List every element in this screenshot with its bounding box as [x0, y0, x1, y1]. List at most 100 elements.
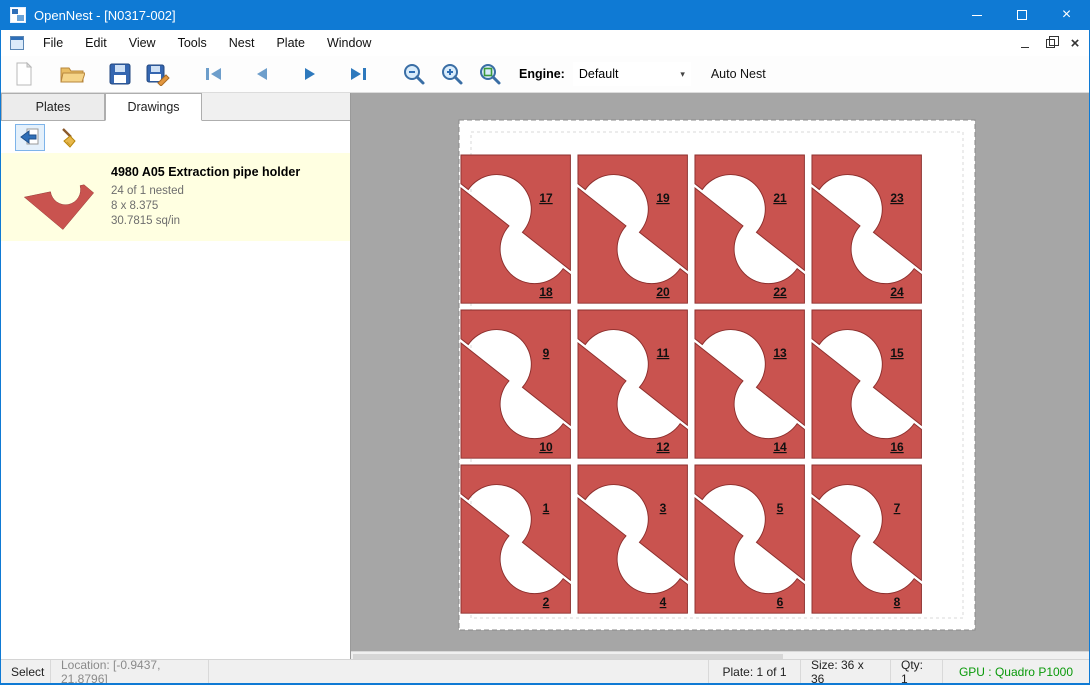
status-plate: Plate: 1 of 1 [709, 660, 801, 683]
auto-nest-button[interactable]: Auto Nest [711, 67, 766, 81]
menu-plate[interactable]: Plate [265, 32, 316, 54]
part-number[interactable]: 17 [539, 191, 553, 205]
mdi-close-button[interactable]: × [1064, 33, 1086, 53]
part-number[interactable]: 6 [777, 595, 784, 609]
part-number[interactable]: 4 [660, 595, 667, 609]
save-floppy-icon [109, 63, 131, 85]
engine-value: Default [579, 67, 680, 81]
part-number[interactable]: 22 [773, 285, 787, 299]
engine-select[interactable]: Default ▾ [573, 62, 691, 86]
nest-canvas[interactable]: 171819202122232491011121314151612345678 [351, 93, 1089, 646]
close-button[interactable]: × [1044, 0, 1089, 30]
drawing-thumbnail [11, 161, 103, 233]
canvas-column: 171819202122232491011121314151612345678 [351, 93, 1089, 661]
app-icon [10, 7, 26, 23]
mdi-restore-icon [1046, 39, 1055, 48]
first-plate-button[interactable] [199, 59, 229, 89]
toolbar: Engine: Default ▾ Auto Nest [1, 56, 1089, 93]
menu-view[interactable]: View [118, 32, 167, 54]
open-folder-icon [59, 64, 85, 84]
app-window: OpenNest - [N0317-002] × FileEditViewToo… [0, 0, 1090, 685]
part-number[interactable]: 23 [890, 191, 904, 205]
chevron-down-icon: ▾ [680, 69, 685, 80]
part-number[interactable]: 8 [894, 595, 901, 609]
save-edit-icon [146, 62, 170, 86]
part-number[interactable]: 21 [773, 191, 787, 205]
zoom-in-icon [440, 62, 464, 86]
sidebar: Plates Drawings [1, 93, 351, 661]
menu-window[interactable]: Window [316, 32, 382, 54]
next-plate-icon [299, 66, 321, 82]
drawing-list-item[interactable]: 4980 A05 Extraction pipe holder 24 of 1 … [1, 153, 350, 241]
part-number[interactable]: 15 [890, 346, 904, 360]
previous-plate-icon [251, 66, 273, 82]
sidebar-toolbar [1, 121, 350, 153]
mdi-minimize-button[interactable] [1014, 33, 1036, 53]
new-file-button[interactable] [9, 59, 39, 89]
menu-items: FileEditViewToolsNestPlateWindow [32, 32, 382, 54]
zoom-out-icon [402, 62, 426, 86]
part-number[interactable]: 10 [539, 440, 553, 454]
part-number[interactable]: 18 [539, 285, 553, 299]
part-number[interactable]: 9 [543, 346, 550, 360]
minimize-icon [972, 15, 982, 16]
new-file-icon [14, 62, 34, 86]
part-number[interactable]: 12 [656, 440, 670, 454]
status-qty: Qty: 1 [891, 660, 943, 683]
part-number[interactable]: 7 [894, 501, 901, 515]
part-number[interactable]: 14 [773, 440, 787, 454]
menu-nest[interactable]: Nest [218, 32, 266, 54]
part-thumbnail-icon [13, 161, 101, 233]
zoom-in-button[interactable] [437, 59, 467, 89]
mdi-document-icon[interactable] [10, 36, 24, 50]
part-number[interactable]: 11 [657, 346, 670, 360]
part-number[interactable]: 19 [656, 191, 670, 205]
zoom-fit-button[interactable] [475, 59, 505, 89]
status-mode: Select [1, 660, 51, 683]
menubar: FileEditViewToolsNestPlateWindow × [1, 30, 1089, 56]
maximize-button[interactable] [999, 0, 1044, 30]
broom-icon [59, 126, 81, 148]
mdi-restore-button[interactable] [1039, 33, 1061, 53]
part-number[interactable]: 5 [777, 501, 784, 515]
next-plate-button[interactable] [295, 59, 325, 89]
part-number[interactable]: 13 [773, 346, 787, 360]
main-area: Plates Drawings [1, 93, 1089, 661]
part-number[interactable]: 1 [543, 501, 550, 515]
nest-viewport[interactable]: 171819202122232491011121314151612345678 [351, 93, 1089, 651]
engine-label: Engine: [519, 67, 565, 81]
back-arrow-icon [19, 127, 41, 147]
part-number[interactable]: 2 [543, 595, 550, 609]
mdi-close-icon: × [1071, 36, 1080, 51]
drawing-info: 4980 A05 Extraction pipe holder 24 of 1 … [111, 161, 300, 233]
drawing-nested-count: 24 of 1 nested [111, 184, 300, 199]
minimize-button[interactable] [954, 0, 999, 30]
tab-plates[interactable]: Plates [1, 93, 105, 120]
open-file-button[interactable] [57, 59, 87, 89]
zoom-out-button[interactable] [399, 59, 429, 89]
part-number[interactable]: 24 [890, 285, 904, 299]
last-plate-button[interactable] [343, 59, 373, 89]
save-button[interactable] [105, 59, 135, 89]
statusbar: Select Location: [-0.9437, 21.8796] Plat… [1, 659, 1089, 683]
menu-tools[interactable]: Tools [167, 32, 218, 54]
part-number[interactable]: 3 [660, 501, 667, 515]
sidebar-tabstrip: Plates Drawings [1, 93, 350, 121]
maximize-icon [1017, 10, 1027, 20]
menu-edit[interactable]: Edit [74, 32, 118, 54]
first-plate-icon [203, 66, 225, 82]
part-number[interactable]: 20 [656, 285, 670, 299]
import-drawing-button[interactable] [15, 124, 45, 151]
tab-drawings[interactable]: Drawings [105, 93, 202, 121]
last-plate-icon [347, 66, 369, 82]
menu-file[interactable]: File [32, 32, 74, 54]
save-edit-button[interactable] [143, 59, 173, 89]
part-number[interactable]: 16 [890, 440, 904, 454]
status-spacer [209, 660, 709, 683]
close-icon: × [1062, 7, 1071, 23]
previous-plate-button[interactable] [247, 59, 277, 89]
clear-drawings-button[interactable] [55, 124, 85, 151]
drawing-dimensions: 8 x 8.375 [111, 199, 300, 214]
titlebar: OpenNest - [N0317-002] × [1, 0, 1089, 30]
status-size: Size: 36 x 36 [801, 660, 891, 683]
